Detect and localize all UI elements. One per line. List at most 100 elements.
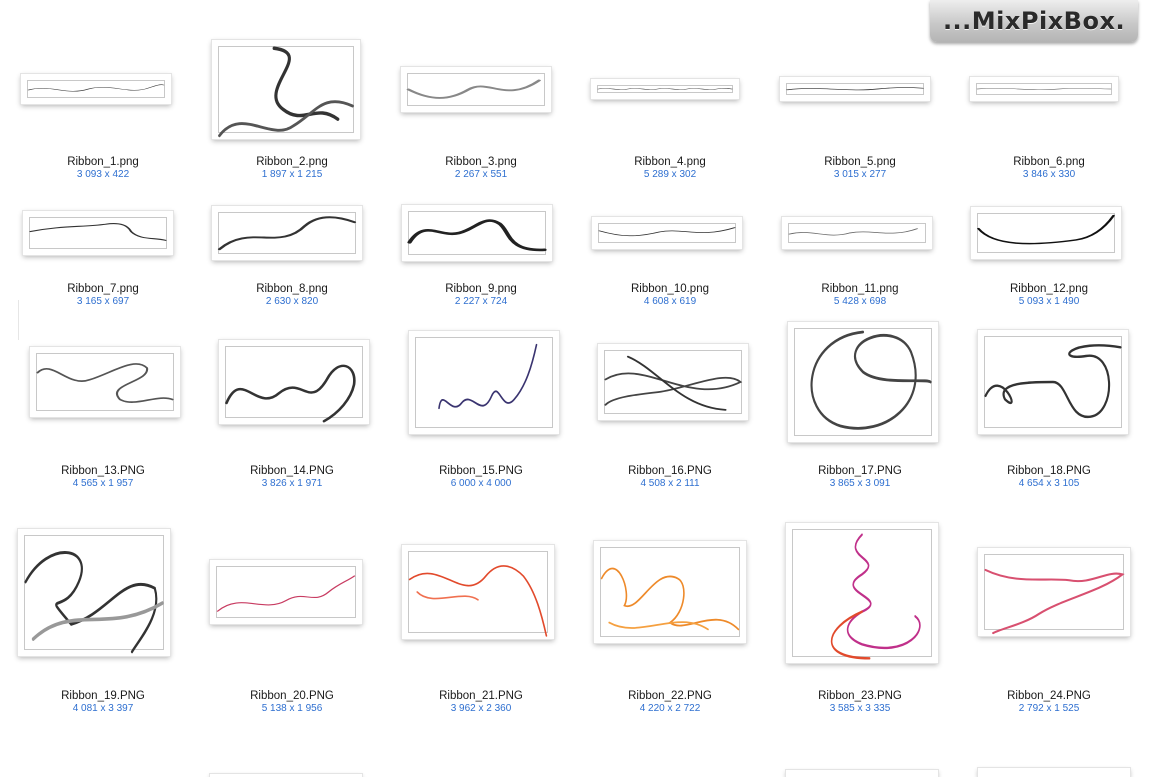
ribbon-artwork xyxy=(408,565,548,637)
ribbon-artwork xyxy=(406,79,541,99)
file-thumbnail[interactable] xyxy=(592,217,742,249)
file-dimensions: 5 138 x 1 956 xyxy=(261,703,323,714)
file-name[interactable]: Ribbon_2.png xyxy=(197,156,387,168)
ribbon-stroke xyxy=(272,46,340,121)
file-name[interactable]: Ribbon_24.PNG xyxy=(954,690,1144,702)
file-thumbnail[interactable] xyxy=(970,77,1118,101)
ribbon-artwork xyxy=(407,219,547,252)
file-thumbnail[interactable] xyxy=(210,560,362,624)
file-dimensions: 5 428 x 698 xyxy=(833,296,887,307)
file-dimensions: 3 865 x 3 091 xyxy=(829,478,891,489)
ribbon-artwork xyxy=(810,330,932,430)
file-name[interactable]: Ribbon_20.PNG xyxy=(197,690,387,702)
file-thumbnail[interactable] xyxy=(788,322,938,442)
file-dimensions: 3 826 x 1 971 xyxy=(261,478,323,489)
file-name[interactable]: Ribbon_13.PNG xyxy=(8,465,198,477)
file-name[interactable]: Ribbon_15.PNG xyxy=(386,465,576,477)
file-thumbnail[interactable] xyxy=(409,331,559,434)
file-name[interactable]: Ribbon_1.png xyxy=(8,156,198,168)
file-dimensions: 4 608 x 619 xyxy=(643,296,697,307)
ribbon-artwork xyxy=(984,344,1122,418)
file-name[interactable]: Ribbon_9.png xyxy=(386,283,576,295)
ribbon-artwork xyxy=(438,343,538,410)
ribbon-artwork xyxy=(217,216,357,251)
file-dimensions: 3 585 x 3 335 xyxy=(829,703,891,714)
ribbon-stroke xyxy=(977,214,1115,245)
file-name[interactable]: Ribbon_5.png xyxy=(765,156,955,168)
file-thumbnail[interactable] xyxy=(219,340,369,424)
file-dimensions: 3 093 x 422 xyxy=(76,169,130,180)
ribbon-stroke xyxy=(626,355,727,411)
file-thumbnail[interactable] xyxy=(401,67,551,112)
file-name[interactable]: Ribbon_12.png xyxy=(954,283,1144,295)
file-thumbnail[interactable] xyxy=(780,77,930,101)
file-dimensions: 3 962 x 2 360 xyxy=(450,703,512,714)
file-thumbnail[interactable] xyxy=(402,205,552,261)
file-dimensions: 3 846 x 330 xyxy=(1022,169,1076,180)
file-name[interactable]: Ribbon_19.PNG xyxy=(8,690,198,702)
ribbon-artwork xyxy=(29,223,167,241)
file-name[interactable]: Ribbon_8.png xyxy=(197,283,387,295)
file-thumbnail[interactable] xyxy=(591,79,739,99)
file-dimensions: 5 289 x 302 xyxy=(643,169,697,180)
file-name[interactable]: Ribbon_4.png xyxy=(575,156,765,168)
ribbon-stroke xyxy=(600,567,740,631)
file-thumbnail[interactable] xyxy=(18,529,170,656)
ribbon-artwork xyxy=(600,567,740,631)
file-name[interactable]: Ribbon_18.PNG xyxy=(954,465,1144,477)
file-name[interactable]: Ribbon_17.PNG xyxy=(765,465,955,477)
file-thumbnail[interactable] xyxy=(782,217,932,249)
ribbon-artwork xyxy=(976,88,1112,90)
file-dimensions: 4 565 x 1 957 xyxy=(72,478,134,489)
file-thumbnail[interactable] xyxy=(598,344,748,420)
ribbon-stroke xyxy=(24,551,158,654)
file-thumbnail[interactable] xyxy=(971,207,1121,259)
ribbon-artwork xyxy=(598,227,736,237)
ribbon-artwork xyxy=(604,355,743,411)
file-name[interactable]: Ribbon_6.png xyxy=(954,156,1144,168)
file-thumbnail[interactable] xyxy=(978,548,1130,636)
ribbon-stroke xyxy=(976,88,1112,90)
ribbon-stroke xyxy=(438,343,538,410)
ribbon-artwork xyxy=(24,551,164,654)
file-name[interactable]: Ribbon_11.png xyxy=(765,283,955,295)
ribbon-artwork xyxy=(36,363,174,403)
file-dimensions: 5 093 x 1 490 xyxy=(1018,296,1080,307)
file-name[interactable]: Ribbon_10.png xyxy=(575,283,765,295)
file-name[interactable]: Ribbon_7.png xyxy=(8,283,198,295)
file-thumbnail[interactable] xyxy=(23,211,173,255)
file-thumbnail[interactable] xyxy=(786,523,938,663)
ribbon-artwork xyxy=(977,214,1115,245)
file-name[interactable]: Ribbon_14.PNG xyxy=(197,465,387,477)
ribbon-artwork xyxy=(27,84,165,92)
file-thumbnail[interactable] xyxy=(30,347,180,417)
ribbon-stroke xyxy=(416,591,479,601)
ribbon-artwork xyxy=(225,364,356,423)
ribbon-stroke xyxy=(786,87,924,91)
file-dimensions: 4 081 x 3 397 xyxy=(72,703,134,714)
file-thumbnail[interactable] xyxy=(978,330,1128,434)
file-thumbnail-partial[interactable] xyxy=(786,770,938,777)
ribbon-stroke xyxy=(984,344,1122,418)
ribbon-stroke xyxy=(225,364,356,423)
file-name[interactable]: Ribbon_23.PNG xyxy=(765,690,955,702)
file-thumbnail[interactable] xyxy=(212,206,362,260)
file-thumbnail[interactable] xyxy=(21,74,171,104)
file-thumbnail[interactable] xyxy=(212,40,360,139)
ribbon-stroke xyxy=(810,330,932,430)
file-thumbnail[interactable] xyxy=(402,545,554,639)
ribbon-stroke xyxy=(984,568,1125,635)
file-thumbnail[interactable] xyxy=(594,541,746,643)
file-name[interactable]: Ribbon_22.PNG xyxy=(575,690,765,702)
ribbon-stroke xyxy=(830,610,871,660)
file-name[interactable]: Ribbon_16.PNG xyxy=(575,465,765,477)
file-dimensions: 1 897 x 1 215 xyxy=(261,169,323,180)
file-thumbnail-partial[interactable] xyxy=(978,768,1130,777)
ribbon-stroke xyxy=(408,565,548,637)
ribbon-stroke xyxy=(36,363,174,403)
brand-logo: ...MixPixBox. xyxy=(930,0,1138,42)
file-dimensions: 2 630 x 820 xyxy=(265,296,319,307)
file-name[interactable]: Ribbon_3.png xyxy=(386,156,576,168)
file-dimensions: 4 508 x 2 111 xyxy=(640,478,700,489)
file-name[interactable]: Ribbon_21.PNG xyxy=(386,690,576,702)
